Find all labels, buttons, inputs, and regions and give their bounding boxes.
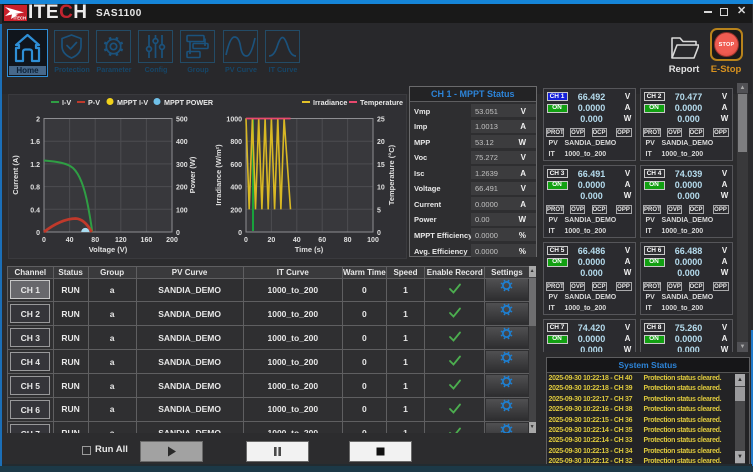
svg-text:0: 0 <box>238 230 242 237</box>
svg-text:MPPT I-V: MPPT I-V <box>117 98 148 107</box>
svg-text:160: 160 <box>141 237 153 244</box>
svg-text:200: 200 <box>166 237 178 244</box>
svg-text:200: 200 <box>230 207 242 214</box>
svg-text:80: 80 <box>344 237 352 244</box>
svg-text:200: 200 <box>176 185 188 192</box>
svg-text:0: 0 <box>176 230 180 237</box>
svg-text:10: 10 <box>377 185 385 192</box>
svg-text:80: 80 <box>91 237 99 244</box>
svg-text:0: 0 <box>36 230 40 237</box>
svg-text:Irradiance: Irradiance <box>313 98 347 107</box>
svg-text:0: 0 <box>244 237 248 244</box>
svg-text:100: 100 <box>367 237 379 244</box>
svg-text:60: 60 <box>318 237 326 244</box>
svg-text:Voltage (V): Voltage (V) <box>89 245 128 254</box>
svg-text:100: 100 <box>176 207 188 214</box>
svg-text:0: 0 <box>377 230 381 237</box>
svg-text:Temperature: Temperature <box>360 98 403 107</box>
svg-text:Power (W): Power (W) <box>188 156 197 193</box>
svg-text:P-V: P-V <box>88 98 100 107</box>
svg-text:20: 20 <box>268 237 276 244</box>
svg-text:0: 0 <box>42 237 46 244</box>
svg-text:0.8: 0.8 <box>30 185 40 192</box>
svg-text:I-V: I-V <box>62 98 71 107</box>
svg-text:1.6: 1.6 <box>30 139 40 146</box>
svg-text:40: 40 <box>293 237 301 244</box>
svg-text:1.2: 1.2 <box>30 162 40 169</box>
svg-text:400: 400 <box>230 185 242 192</box>
svg-text:Irradiance (W/m²): Irradiance (W/m²) <box>214 144 223 206</box>
svg-text:Time (s): Time (s) <box>295 245 324 254</box>
svg-text:20: 20 <box>377 139 385 146</box>
svg-text:25: 25 <box>377 117 385 124</box>
svg-text:120: 120 <box>115 237 127 244</box>
svg-text:2: 2 <box>36 117 40 124</box>
svg-text:400: 400 <box>176 139 188 146</box>
svg-text:300: 300 <box>176 162 188 169</box>
svg-text:1000: 1000 <box>226 117 242 124</box>
svg-text:40: 40 <box>66 237 74 244</box>
svg-text:800: 800 <box>230 139 242 146</box>
svg-text:MPPT POWER: MPPT POWER <box>164 98 214 107</box>
svg-text:ITECH: ITECH <box>14 16 27 21</box>
svg-text:0.4: 0.4 <box>30 207 40 214</box>
svg-text:600: 600 <box>230 162 242 169</box>
svg-text:Current (A): Current (A) <box>11 155 20 195</box>
svg-text:5: 5 <box>377 207 381 214</box>
svg-text:15: 15 <box>377 162 385 169</box>
svg-text:Temperature (°C): Temperature (°C) <box>387 144 396 205</box>
svg-text:500: 500 <box>176 117 188 124</box>
